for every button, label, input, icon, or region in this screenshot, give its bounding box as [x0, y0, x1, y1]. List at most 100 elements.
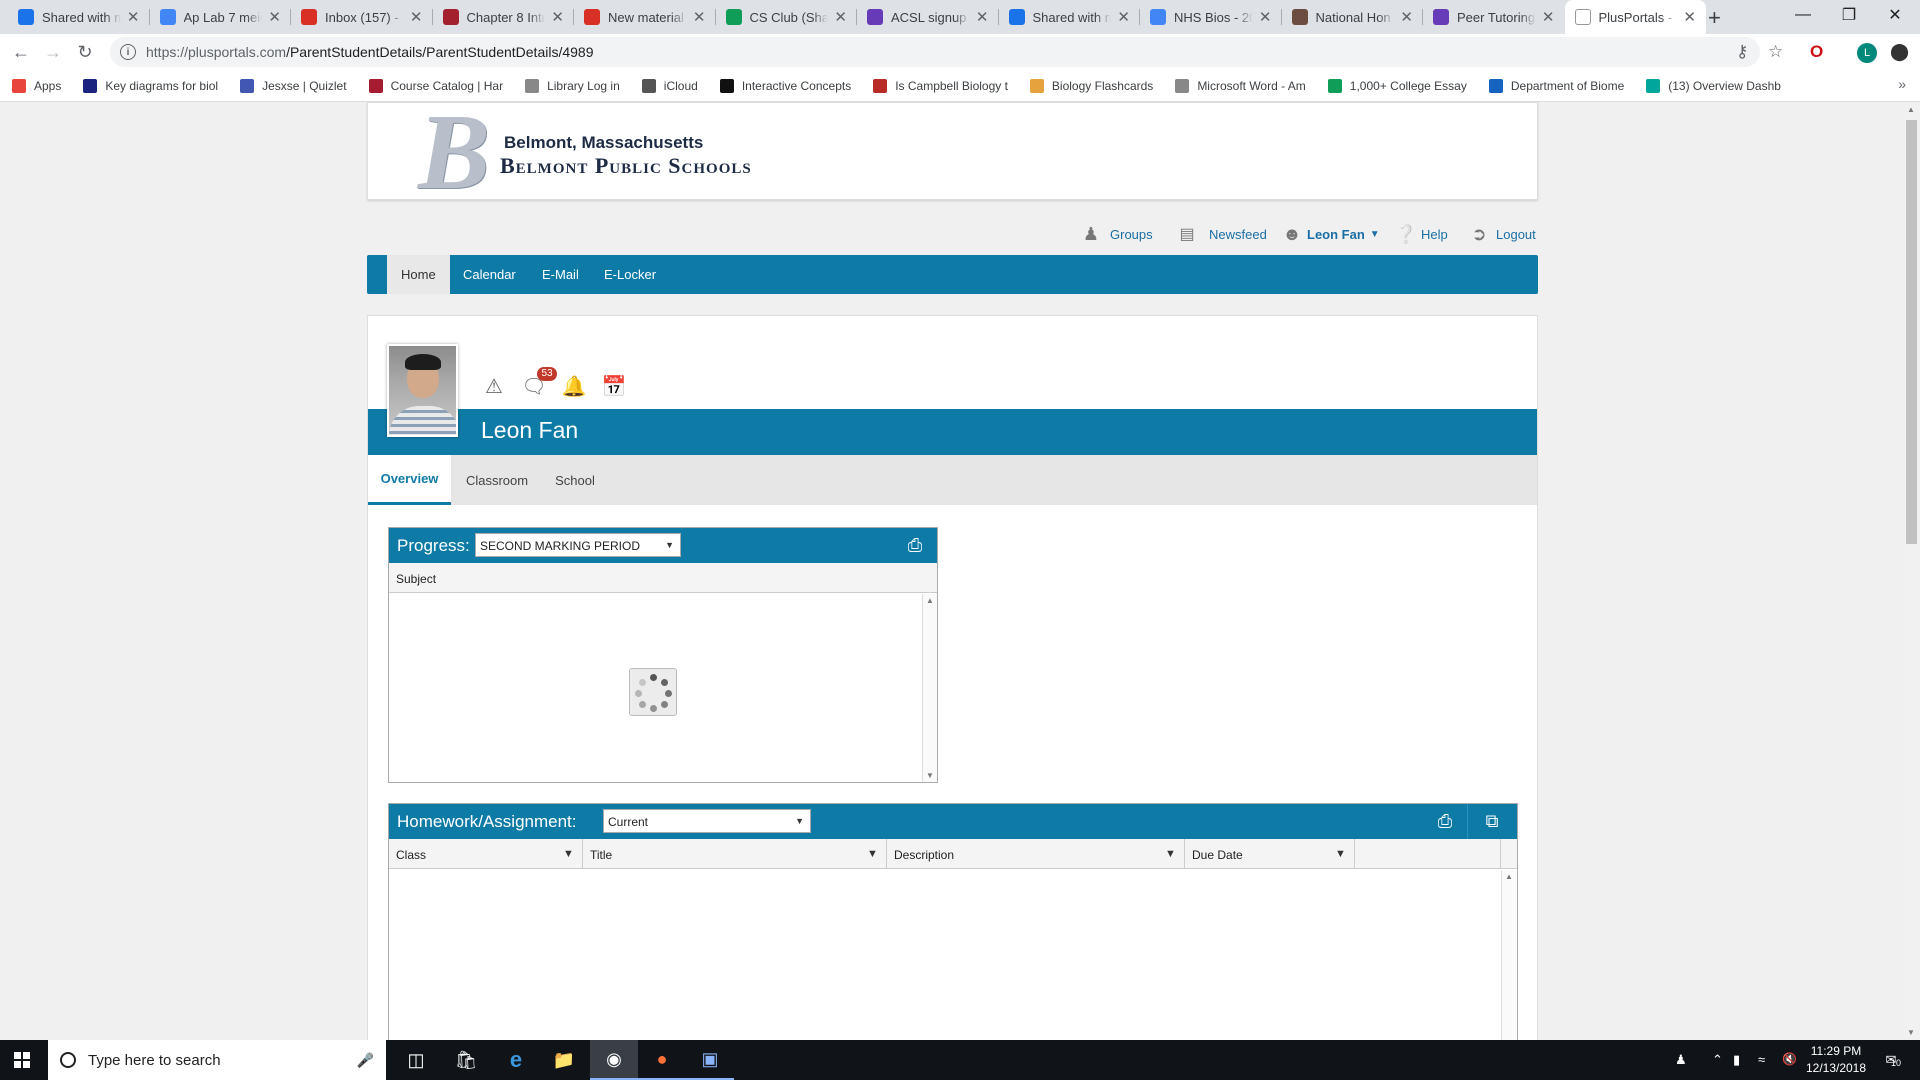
scroll-up-icon[interactable]: ▲ [926, 596, 934, 605]
bell-icon[interactable]: 🔔 [561, 373, 587, 399]
browser-tab[interactable]: New material ✕ [574, 0, 716, 34]
nav-calendar[interactable]: Calendar [449, 255, 530, 294]
column-subject[interactable]: Subject [396, 572, 436, 586]
calendar-icon[interactable]: 📅 [601, 373, 627, 399]
more-bookmarks-icon[interactable]: » [1898, 76, 1906, 92]
tab-overview[interactable]: Overview [368, 455, 451, 505]
scroll-up-icon[interactable]: ▲ [1505, 872, 1513, 881]
opera-extension-icon[interactable]: O [1810, 42, 1823, 62]
newsfeed-link[interactable]: ▤ Newsfeed [1173, 222, 1266, 246]
bookmark-item[interactable]: Is Campbell Biology t [873, 78, 1008, 93]
microphone-icon[interactable]: 🎤 [357, 1052, 374, 1069]
bookmark-item[interactable]: Library Log in [525, 78, 620, 93]
bookmark-item[interactable]: Interactive Concepts [719, 78, 851, 93]
scroll-down-icon[interactable]: ▼ [926, 771, 934, 780]
student-photo[interactable] [387, 344, 458, 437]
nav-elocker[interactable]: E-Locker [590, 255, 670, 294]
tab-classroom[interactable]: Classroom [451, 455, 543, 505]
maximize-button[interactable]: ❐ [1826, 0, 1872, 30]
edge-icon[interactable]: e [492, 1040, 540, 1080]
key-icon[interactable]: ⚷ [1736, 42, 1748, 62]
wifi-icon[interactable]: ≈ [1758, 1052, 1765, 1067]
browser-tab[interactable]: Ap Lab 7 meio ✕ [150, 0, 291, 34]
file-explorer-icon[interactable]: 📁 [540, 1040, 588, 1080]
browser-tab[interactable]: Peer Tutoring ✕ [1423, 0, 1565, 34]
bookmark-item[interactable]: 1,000+ College Essay [1327, 78, 1467, 93]
task-view-icon[interactable]: ◫ [392, 1040, 440, 1080]
close-tab-icon[interactable]: ✕ [834, 8, 847, 26]
store-icon[interactable]: 🛍 [442, 1040, 490, 1080]
browser-tab[interactable]: Inbox (157) - f ✕ [291, 0, 433, 34]
messages-icon[interactable]: 🗨 53 [521, 367, 557, 399]
mute-icon[interactable]: 🔇 [1782, 1052, 1797, 1066]
extension-icon[interactable]: ⬤ [1890, 42, 1909, 62]
close-tab-icon[interactable]: ✕ [1259, 8, 1272, 26]
nav-email[interactable]: E-Mail [528, 255, 593, 294]
close-tab-icon[interactable]: ✕ [268, 8, 281, 26]
filter-icon[interactable]: ▼ [1165, 848, 1176, 860]
bookmark-item[interactable]: (13) Overview Dashb [1646, 78, 1781, 93]
battery-icon[interactable]: ▮ [1733, 1052, 1740, 1068]
close-tab-icon[interactable]: ✕ [1400, 8, 1413, 26]
scroll-down-icon[interactable]: ▼ [1907, 1028, 1915, 1037]
user-menu[interactable]: ☻ Leon Fan ▼ [1283, 222, 1380, 246]
logout-link[interactable]: ➲ Logout [1468, 222, 1535, 246]
browser-tab[interactable]: Shared with m ✕ [8, 0, 150, 34]
browser-tab[interactable]: ACSL signup - ✕ [857, 0, 999, 34]
system-clock[interactable]: 11:29 PM 12/13/2018 [1796, 1043, 1876, 1077]
scroll-up-icon[interactable]: ▲ [1907, 105, 1915, 114]
page-scrollbar[interactable]: ▲ ▼ [1903, 102, 1920, 1040]
close-tab-icon[interactable]: ✕ [1542, 8, 1555, 26]
browser-tab[interactable]: Chapter 8 Intr ✕ [433, 0, 574, 34]
people-icon[interactable]: ♟ [1675, 1052, 1687, 1068]
warning-icon[interactable]: ⚠ [481, 373, 507, 399]
browser-tab[interactable]: National Hon ✕ [1282, 0, 1423, 34]
print-icon[interactable]: ⎙ [901, 531, 929, 559]
close-tab-icon[interactable]: ✕ [551, 8, 564, 26]
print-icon[interactable]: ⎙ [1431, 807, 1459, 835]
back-button[interactable]: ← [9, 40, 33, 64]
reload-button[interactable]: ↻ [73, 40, 97, 64]
url-text[interactable]: https://plusportals.com/ParentStudentDet… [146, 44, 593, 60]
filter-icon[interactable]: ▼ [867, 848, 878, 860]
chrome-taskbar-icon[interactable]: ◉ [590, 1040, 638, 1080]
close-tab-icon[interactable]: ✕ [976, 8, 989, 26]
close-tab-icon[interactable]: ✕ [1117, 8, 1130, 26]
close-tab-icon[interactable]: ✕ [410, 8, 423, 26]
taskbar-search[interactable]: Type here to search 🎤 [48, 1040, 386, 1080]
bookmark-item[interactable]: Biology Flashcards [1029, 78, 1153, 93]
bookmark-item[interactable]: Key diagrams for biol [83, 78, 218, 93]
scroll-thumb[interactable] [1906, 120, 1917, 544]
action-center-icon[interactable]: ✉ 10 [1878, 1052, 1904, 1068]
filter-icon[interactable]: ▼ [1335, 848, 1346, 860]
tab-school[interactable]: School [543, 455, 607, 505]
close-tab-icon[interactable]: ✕ [127, 8, 140, 26]
groups-link[interactable]: ♟ Groups [1080, 222, 1153, 246]
external-link-icon[interactable]: ⧉ [1478, 807, 1506, 835]
bookmark-item[interactable]: iCloud [641, 78, 698, 93]
bookmark-item[interactable]: Department of Biome [1488, 78, 1624, 93]
profile-avatar[interactable]: L [1857, 43, 1877, 63]
search-placeholder[interactable]: Type here to search [88, 1052, 357, 1069]
site-info-icon[interactable]: i [120, 44, 136, 60]
windows-start-icon[interactable] [14, 1052, 30, 1068]
column-due-date[interactable]: Due Date [1192, 848, 1243, 862]
bookmark-star-icon[interactable]: ☆ [1768, 42, 1783, 62]
tray-chevron-icon[interactable]: ⌃ [1712, 1052, 1723, 1068]
homework-scrollbar[interactable]: ▲ [1501, 870, 1516, 1040]
column-class[interactable]: Class [396, 848, 426, 862]
firefox-icon[interactable]: ● [638, 1040, 686, 1080]
progress-scrollbar[interactable]: ▲ ▼ [922, 594, 937, 782]
help-link[interactable]: ❔ Help [1395, 222, 1448, 246]
close-tab-icon[interactable]: ✕ [1683, 8, 1696, 26]
filter-icon[interactable]: ▼ [563, 848, 574, 860]
browser-tab[interactable]: Shared with m ✕ [999, 0, 1140, 34]
new-tab-button[interactable]: + [1708, 5, 1721, 31]
forward-button[interactable]: → [41, 40, 65, 64]
column-description[interactable]: Description [894, 848, 954, 862]
nav-home[interactable]: Home [387, 255, 450, 294]
marking-period-select[interactable]: SECOND MARKING PERIOD ▼ [475, 533, 681, 557]
bookmark-item[interactable]: Jesxse | Quizlet [240, 78, 347, 93]
bookmark-item[interactable]: Microsoft Word - Am [1175, 78, 1306, 93]
address-bar[interactable]: i https://plusportals.com/ParentStudentD… [110, 37, 1760, 67]
